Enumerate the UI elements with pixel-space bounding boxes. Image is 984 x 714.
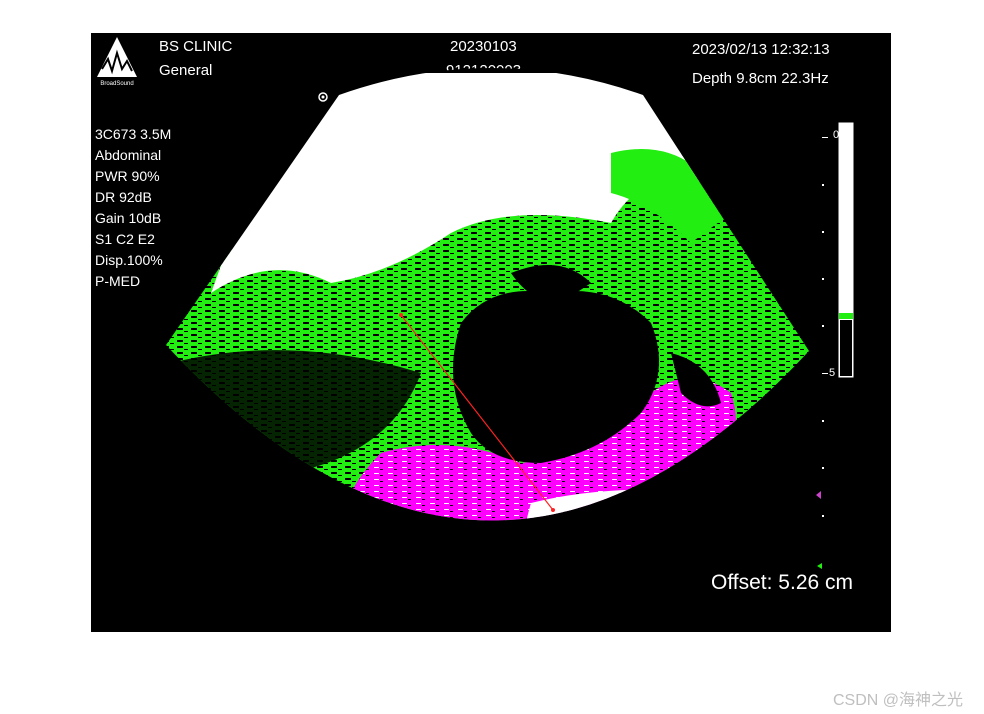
focus-depth-icon [817, 563, 822, 569]
ultrasound-screen: BroadSound BS CLINIC General 20230103 91… [91, 33, 891, 632]
ultrasound-scan-image [166, 68, 822, 569]
scale-top-label: 0 [833, 129, 840, 141]
watermark: CSDN @海神之光 [833, 692, 964, 709]
scale-bottom-label: 5 [829, 367, 836, 379]
depth-marker-icon [816, 491, 821, 499]
offset-measurement: Offset: 5.26 cm [711, 571, 854, 594]
focus-marker-icon [318, 92, 328, 102]
scan-sector [166, 68, 809, 521]
